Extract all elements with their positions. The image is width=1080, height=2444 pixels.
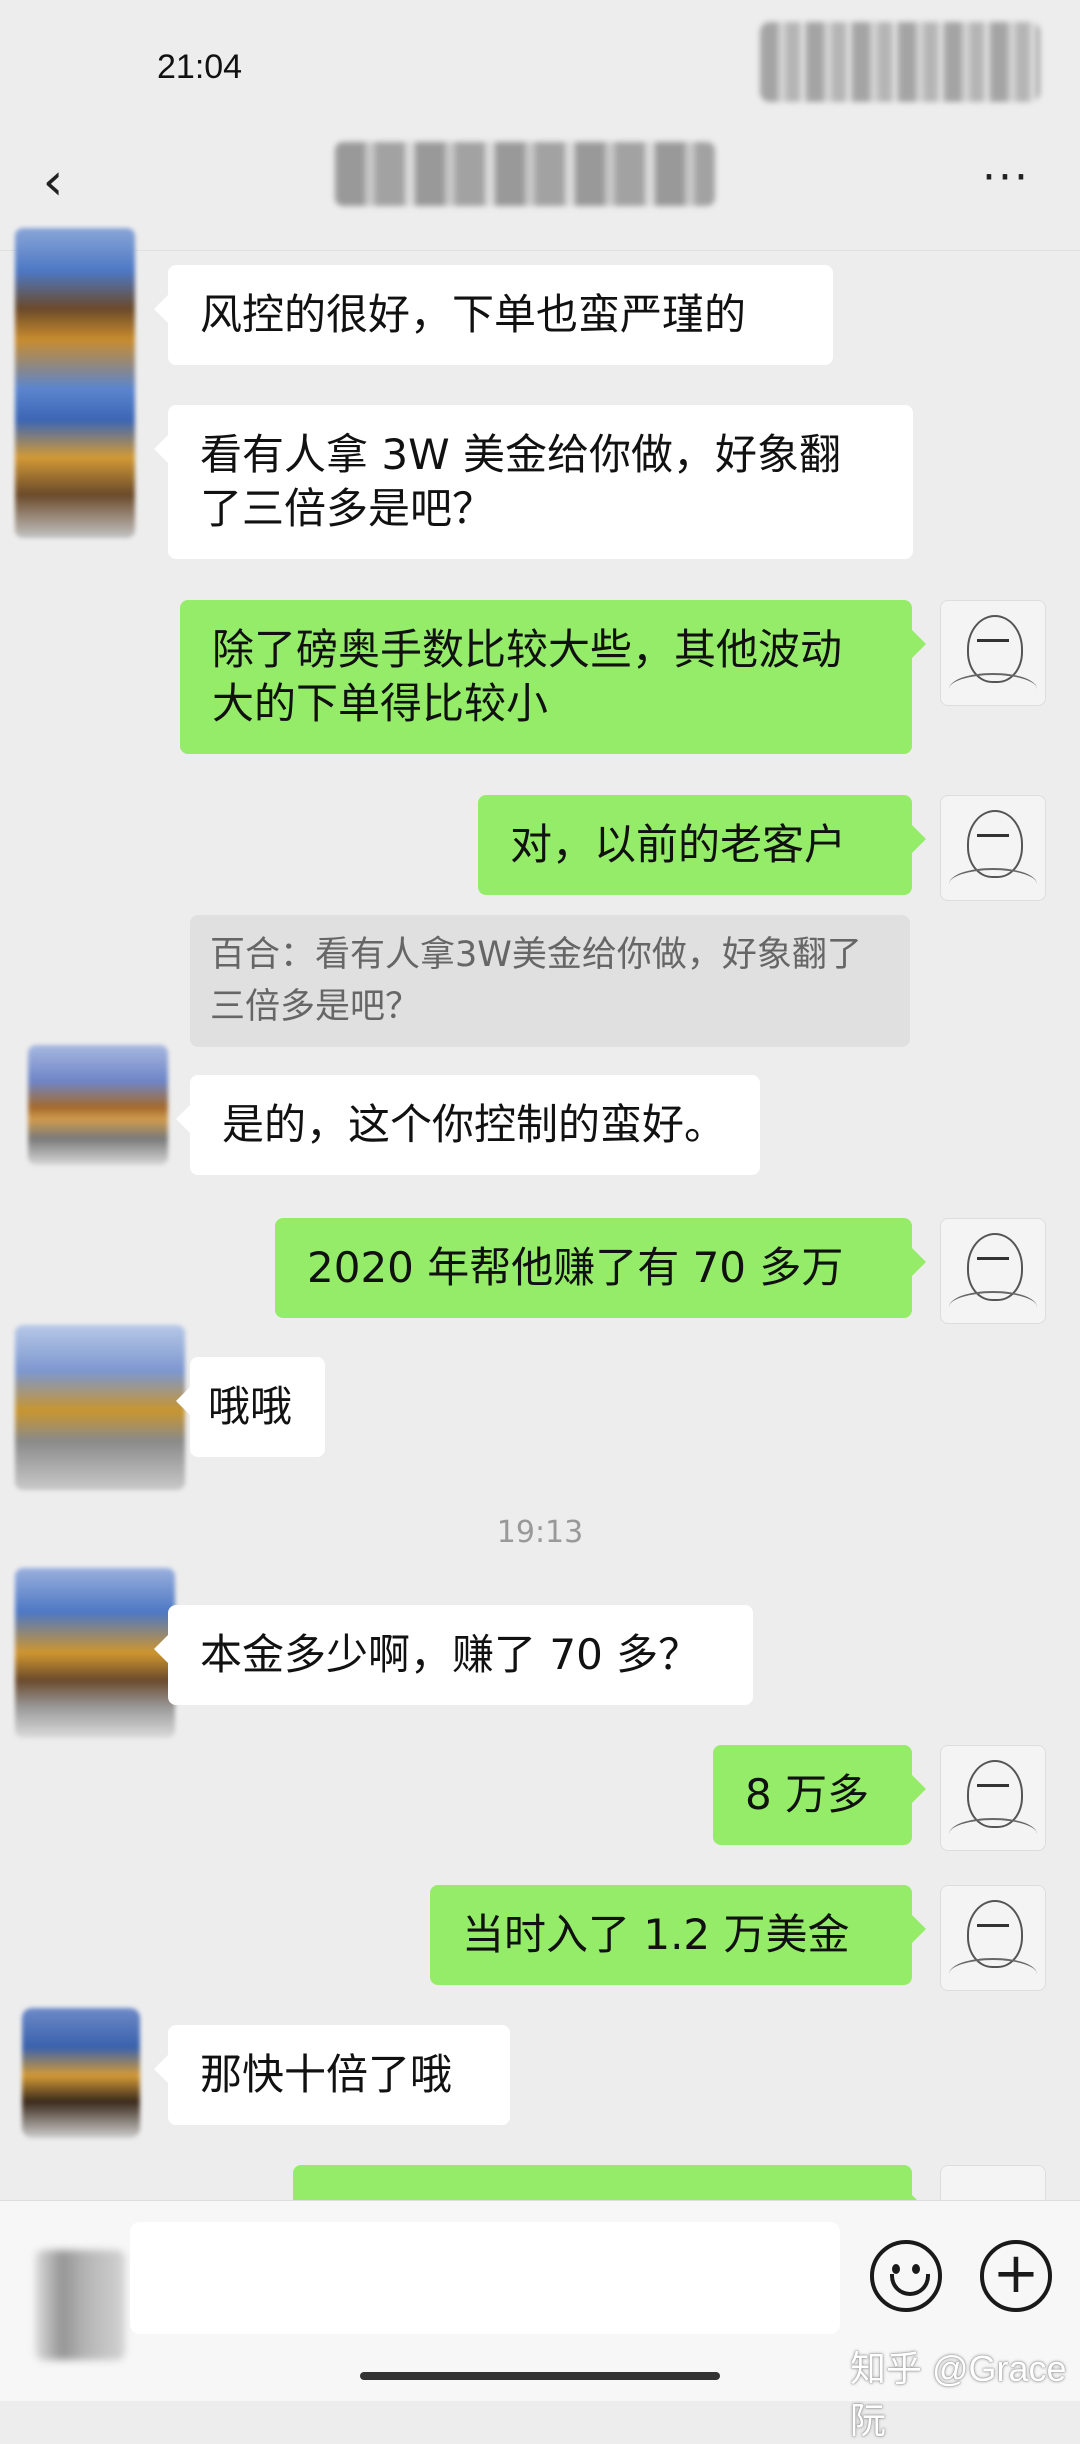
- avatar-sketch-body: [949, 1818, 1037, 1850]
- smiley-mouth: [890, 2274, 930, 2296]
- avatar-sketch-body: [949, 1958, 1037, 1990]
- user-avatar[interactable]: [940, 795, 1046, 901]
- user-avatar[interactable]: [940, 1218, 1046, 1324]
- message-bubble-incoming[interactable]: 是的，这个你控制的蛮好。: [176, 1075, 760, 1175]
- message-bubble-incoming[interactable]: 哦哦: [176, 1357, 325, 1457]
- status-icons-blurred: [760, 22, 1040, 102]
- timestamp-divider: 19:13: [496, 1515, 584, 1550]
- contact-avatar[interactable]: [22, 2008, 140, 2138]
- contact-avatar[interactable]: [15, 1568, 175, 1738]
- user-avatar[interactable]: [940, 1745, 1046, 1851]
- avatar-sketch-eyes: [977, 1257, 1009, 1264]
- quoted-message[interactable]: 百合：看有人拿3W美金给你做，好象翻了三倍多是吧？: [190, 915, 910, 1047]
- avatar-sketch-body: [949, 1291, 1037, 1323]
- chat-title-blurred: [335, 142, 715, 206]
- message-bubble-incoming[interactable]: 那快十倍了哦: [154, 2025, 510, 2125]
- contact-avatar[interactable]: [28, 1045, 168, 1165]
- avatar-sketch-eyes: [977, 639, 1009, 646]
- avatar-sketch-body: [949, 868, 1037, 900]
- watermark: 知乎 @Grace阮: [850, 2348, 1067, 2441]
- message-bubble-outgoing[interactable]: 对，以前的老客户: [478, 795, 926, 895]
- avatar-sketch-eyes: [977, 1784, 1009, 1791]
- home-indicator[interactable]: [360, 2372, 720, 2380]
- message-bubble-outgoing[interactable]: 当时入了 1.2 万美金: [430, 1885, 926, 1985]
- voice-toggle-blurred[interactable]: [35, 2250, 125, 2360]
- avatar-sketch-body: [949, 673, 1037, 705]
- contact-avatar[interactable]: [15, 1325, 185, 1490]
- chevron-left-icon[interactable]: ‹: [28, 152, 78, 212]
- message-bubble-outgoing[interactable]: 除了磅奥手数比较大些，其他波动大的下单得比较小: [180, 600, 926, 754]
- message-bubble-incoming[interactable]: 本金多少啊，赚了 70 多？: [154, 1605, 753, 1705]
- plus-circle-icon[interactable]: +: [980, 2240, 1052, 2312]
- contact-avatar[interactable]: [15, 228, 135, 538]
- message-bubble-outgoing[interactable]: 2020 年帮他赚了有 70 多万: [275, 1218, 926, 1318]
- user-avatar[interactable]: [940, 600, 1046, 706]
- status-time: 21:04: [157, 48, 243, 86]
- more-dots-icon[interactable]: ···: [972, 152, 1040, 212]
- user-avatar[interactable]: [940, 1885, 1046, 1991]
- avatar-sketch-eyes: [977, 834, 1009, 841]
- message-bubble-incoming[interactable]: 风控的很好，下单也蛮严瑾的: [154, 265, 833, 365]
- smiley-eye-left: [892, 2264, 900, 2274]
- smiley-icon[interactable]: [870, 2240, 942, 2312]
- message-bubble-incoming[interactable]: 看有人拿 3W 美金给你做，好象翻了三倍多是吧？: [154, 405, 913, 559]
- message-bubble-outgoing[interactable]: 8 万多: [713, 1745, 926, 1845]
- smiley-eye-right: [912, 2264, 920, 2274]
- message-input[interactable]: [130, 2222, 840, 2334]
- avatar-sketch-eyes: [977, 1924, 1009, 1931]
